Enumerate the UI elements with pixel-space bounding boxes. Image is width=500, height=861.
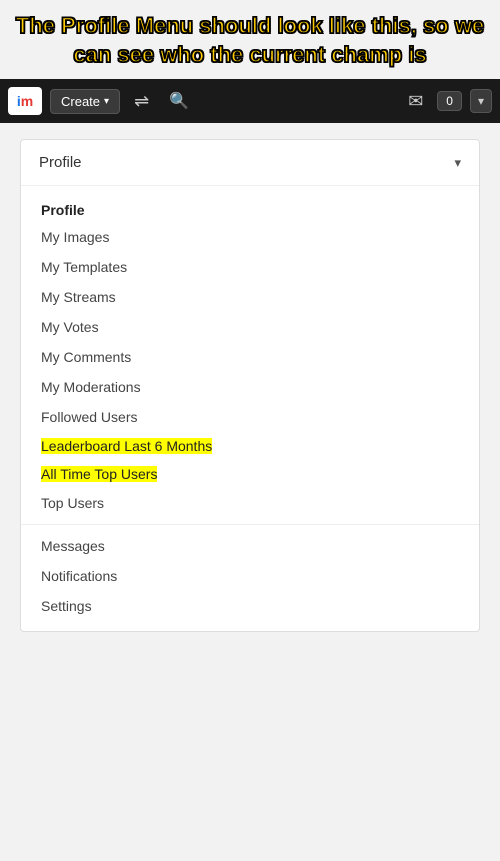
annotation-banner: The Profile Menu should look like this, …: [0, 0, 500, 79]
logo-m: m: [21, 93, 33, 109]
mail-icon[interactable]: ✉: [402, 87, 429, 116]
menu-item-top-users[interactable]: Top Users: [21, 488, 479, 518]
leaderboard-highlight-text: Leaderboard Last 6 Months: [41, 438, 212, 454]
menu-item-my-comments[interactable]: My Comments: [21, 342, 479, 372]
create-chevron-icon: ▾: [104, 96, 109, 107]
profile-menu-list: Profile My Images My Templates My Stream…: [21, 186, 479, 631]
logo[interactable]: i m: [8, 87, 42, 115]
annotation-text: The Profile Menu should look like this, …: [16, 13, 484, 67]
profile-header-label: Profile: [39, 154, 82, 171]
profile-dropdown-container: Profile ▾ Profile My Images My Templates…: [20, 139, 480, 632]
all-time-top-highlight-text: All Time Top Users: [41, 466, 157, 482]
profile-header[interactable]: Profile ▾: [21, 140, 479, 186]
shuffle-icon[interactable]: ⇌: [128, 87, 155, 116]
menu-item-settings[interactable]: Settings: [21, 591, 479, 621]
menu-item-messages[interactable]: Messages: [21, 531, 479, 561]
navbar-dropdown-chevron-icon[interactable]: ▾: [470, 89, 492, 113]
menu-item-my-images[interactable]: My Images: [21, 222, 479, 252]
create-button[interactable]: Create ▾: [50, 89, 120, 114]
menu-item-notifications[interactable]: Notifications: [21, 561, 479, 591]
menu-section-header: Profile: [21, 196, 479, 222]
menu-item-followed-users[interactable]: Followed Users: [21, 402, 479, 432]
profile-header-chevron-icon: ▾: [454, 155, 461, 171]
menu-divider: [21, 524, 479, 525]
menu-item-leaderboard[interactable]: Leaderboard Last 6 Months: [21, 432, 479, 460]
menu-item-all-time-top[interactable]: All Time Top Users: [21, 460, 479, 488]
search-icon[interactable]: 🔍: [163, 87, 195, 115]
menu-item-my-streams[interactable]: My Streams: [21, 282, 479, 312]
menu-item-my-moderations[interactable]: My Moderations: [21, 372, 479, 402]
menu-item-my-votes[interactable]: My Votes: [21, 312, 479, 342]
menu-item-my-templates[interactable]: My Templates: [21, 252, 479, 282]
notification-count[interactable]: 0: [437, 91, 462, 111]
navbar: i m Create ▾ ⇌ 🔍 ✉ 0 ▾: [0, 79, 500, 123]
